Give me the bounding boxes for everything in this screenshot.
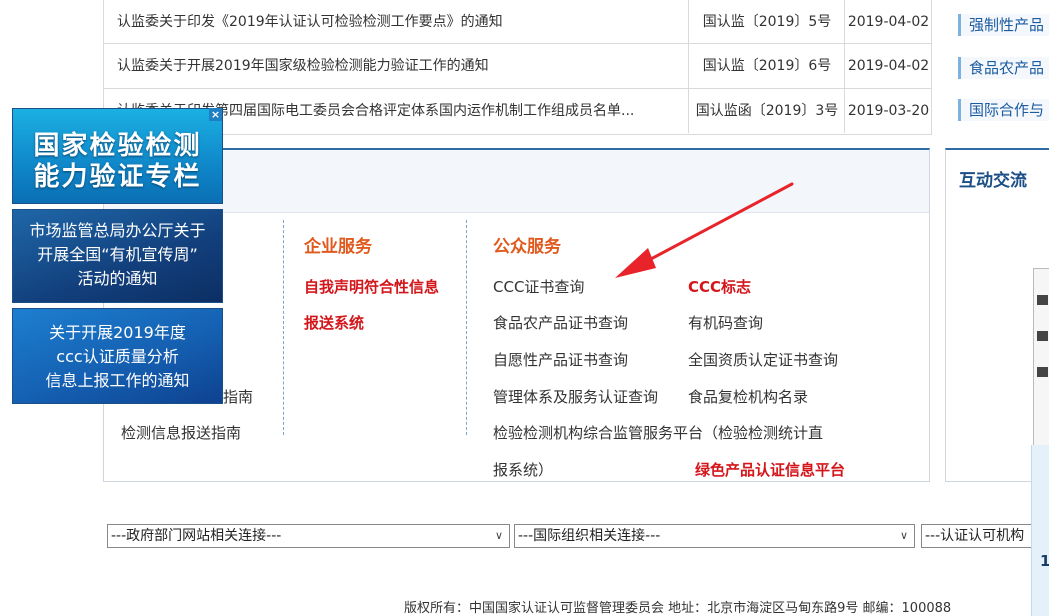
gov-links-select[interactable]: ---政府部门网站相关连接--- ∨ [107, 524, 510, 548]
guide-link[interactable]: 指南 [223, 386, 253, 407]
chevron-down-icon: ∨ [899, 529, 909, 542]
notice-doc-number: 国认监函〔2019〕3号 [688, 89, 845, 133]
interaction-title: 互动交流 [959, 171, 1027, 191]
ad-line: 开展全国“有机宣传周” [37, 245, 198, 264]
green-product-platform-link[interactable]: 绿色产品认证信息平台 [695, 459, 845, 480]
category-link-international[interactable]: 国际合作与 [958, 99, 1049, 121]
side-panel-edge [1031, 445, 1049, 616]
ad-line: 活动的通知 [77, 269, 158, 288]
table-row[interactable]: 认监委关于印发第四届国际电工委员会合格评定体系国内运作机制工作组成员名单... … [104, 88, 931, 133]
table-row[interactable]: 认监委关于开展2019年国家级检验检测能力验证工作的通知 国认监〔2019〕6号… [104, 43, 931, 88]
footer-copyright: 版权所有：中国国家认证认可监督管理委员会 地址：北京市海淀区马甸东路9号 邮编：… [404, 601, 952, 616]
ad-line: 能力验证专栏 [33, 162, 202, 192]
category-link-food[interactable]: 食品农产品 [958, 57, 1049, 79]
self-declaration-link[interactable]: 自我声明符合性信息 [304, 276, 439, 297]
category-list: 强制性产品 食品农产品 国际合作与 [948, 0, 1049, 134]
mgmt-system-query-link[interactable]: 管理体系及服务认证查询 [493, 386, 658, 407]
interaction-panel: 互动交流 [945, 148, 1049, 482]
ccc-cert-query-link[interactable]: CCC证书查询 [493, 276, 584, 297]
notice-date: 2019-03-20 [844, 89, 932, 133]
self-declaration-link-cont[interactable]: 报送系统 [304, 312, 364, 333]
column-divider [283, 220, 284, 435]
ad-line: ccc认证质量分析 [56, 347, 179, 366]
column-divider [466, 220, 467, 435]
enterprise-services-title: 企业服务 [304, 237, 372, 257]
interaction-image[interactable] [1033, 268, 1049, 450]
services-tab-bar [104, 150, 929, 213]
notice-doc-number: 国认监〔2019〕5号 [688, 0, 845, 44]
report-guide-link[interactable]: 检测信息报送指南 [121, 422, 241, 443]
proficiency-testing-ad[interactable]: 国家检验检测 能力验证专栏 [12, 108, 223, 204]
inspection-platform-link[interactable]: 检验检测机构综合监管服务平台（检验检测统计直 [493, 422, 823, 443]
notice-date: 2019-04-02 [844, 0, 932, 44]
notice-title[interactable]: 认监委关于印发《2019年认证认可检验检测工作要点》的通知 [117, 0, 687, 44]
food-recheck-directory-link[interactable]: 食品复检机构名录 [688, 386, 808, 407]
chevron-down-icon: ∨ [494, 529, 504, 542]
notice-table: 认监委关于印发《2019年认证认可检验检测工作要点》的通知 国认监〔2019〕5… [103, 0, 932, 135]
select-value: ---认证认可机构 [925, 528, 1025, 544]
inspection-platform-link-cont[interactable]: 报系统） [493, 459, 553, 480]
public-services-title: 公众服务 [493, 237, 561, 257]
ad-line: 市场监管总局办公厅关于 [29, 221, 206, 240]
intl-org-links-select[interactable]: ---国际组织相关连接--- ∨ [514, 524, 915, 548]
ad-line: 信息上报工作的通知 [45, 371, 190, 390]
qualification-query-link[interactable]: 全国资质认定证书查询 [688, 349, 838, 370]
notice-doc-number: 国认监〔2019〕6号 [688, 44, 845, 88]
red-arrow-icon [615, 182, 794, 278]
table-row[interactable]: 认监委关于印发《2019年认证认可检验检测工作要点》的通知 国认监〔2019〕5… [104, 0, 931, 44]
notice-title[interactable]: 认监委关于开展2019年国家级检验检测能力验证工作的通知 [117, 44, 687, 88]
food-cert-query-link[interactable]: 食品农产品证书查询 [493, 312, 628, 333]
side-panel-number: 1 [1040, 552, 1049, 570]
cert-org-links-select[interactable]: ---认证认可机构 [921, 524, 1049, 548]
notice-date: 2019-04-02 [844, 44, 932, 88]
select-value: ---国际组织相关连接--- [518, 528, 661, 544]
select-value: ---政府部门网站相关连接--- [111, 528, 282, 544]
category-link-ccc[interactable]: 强制性产品 [958, 14, 1049, 36]
voluntary-cert-query-link[interactable]: 自愿性产品证书查询 [493, 349, 628, 370]
organic-code-query-link[interactable]: 有机码查询 [688, 312, 763, 333]
ad-line: 关于开展2019年度 [49, 323, 186, 342]
organic-week-ad[interactable]: 市场监管总局办公厅关于 开展全国“有机宣传周” 活动的通知 [12, 209, 223, 303]
close-icon[interactable]: × [209, 108, 222, 121]
ccc-quality-report-ad[interactable]: 关于开展2019年度 ccc认证质量分析 信息上报工作的通知 [12, 308, 223, 404]
